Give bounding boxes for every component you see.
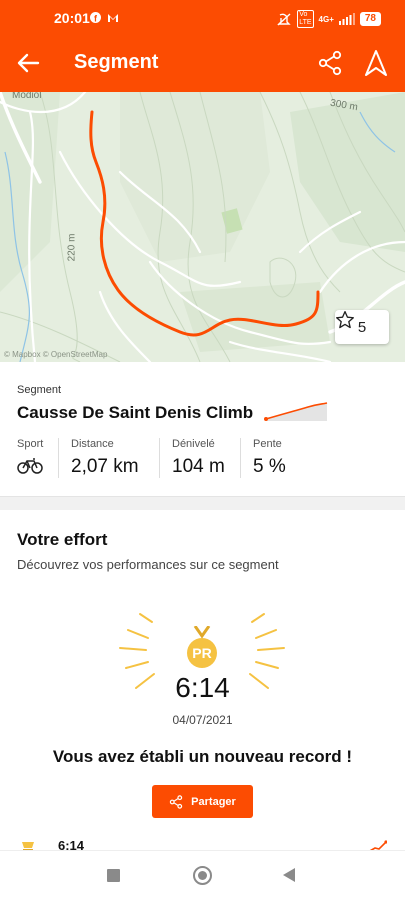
facebook-icon: f bbox=[90, 12, 101, 23]
notification-icons: f bbox=[90, 12, 119, 23]
share-icon bbox=[169, 794, 183, 809]
volte-icon: Vo LTE bbox=[297, 10, 314, 28]
record-message: Vous avez établi un nouveau record ! bbox=[52, 747, 353, 766]
map-label-place: Modiol bbox=[12, 92, 42, 101]
segment-info-card: Segment Causse De Saint Denis Climb Spor… bbox=[0, 362, 405, 496]
segment-name: Causse De Saint Denis Climb bbox=[17, 403, 254, 422]
stat-elevation: Dénivelé 104 m bbox=[159, 438, 225, 478]
stat-sport: Sport bbox=[17, 438, 43, 478]
battery-icon: 78 bbox=[359, 12, 381, 26]
stat-label: Dénivelé bbox=[172, 438, 215, 450]
section-divider bbox=[0, 496, 405, 510]
effort-time: 6:14 bbox=[175, 672, 230, 703]
map-label-contour: 220 m bbox=[66, 233, 78, 262]
recents-icon[interactable] bbox=[107, 869, 120, 882]
stat-grade: Pente 5 % bbox=[240, 438, 286, 478]
stat-label: Sport bbox=[17, 438, 44, 450]
star-icon bbox=[336, 311, 354, 329]
status-time: 20:01 bbox=[54, 10, 90, 26]
page-title: Segment bbox=[74, 51, 159, 73]
system-nav-bar bbox=[0, 850, 405, 900]
segment-map[interactable]: Modiol 300 m 220 m © Mapbox © OpenStreet… bbox=[0, 92, 405, 362]
home-icon[interactable] bbox=[193, 866, 212, 885]
share-button[interactable]: Partager bbox=[152, 785, 253, 818]
bike-icon bbox=[17, 458, 43, 474]
navigate-icon[interactable] bbox=[363, 49, 389, 77]
effort-subtitle: Découvrez vos performances sur ce segmen… bbox=[17, 557, 279, 572]
stat-value: 2,07 km bbox=[71, 456, 139, 477]
network-type: 4G+ bbox=[318, 14, 334, 24]
effort-date: 04/07/2021 bbox=[172, 713, 233, 727]
segment-stats: Sport Distance 2,07 km Dénivelé 104 m Pe… bbox=[0, 438, 405, 478]
map-attribution: © Mapbox © OpenStreetMap bbox=[4, 350, 108, 359]
back-arrow-icon[interactable] bbox=[16, 50, 42, 76]
elevation-profile-icon bbox=[264, 402, 328, 421]
stat-label: Distance bbox=[71, 438, 114, 450]
effort-heading: Votre effort bbox=[17, 530, 108, 549]
gmail-icon bbox=[108, 14, 118, 22]
stat-label: Pente bbox=[253, 438, 282, 450]
effort-section: Votre effort Découvrez vos performances … bbox=[0, 510, 405, 853]
star-count: 5 bbox=[357, 318, 367, 336]
share-icon[interactable] bbox=[317, 50, 343, 76]
stat-value: 5 % bbox=[253, 456, 286, 477]
status-bar: 20:01 f Vo LTE 4G+ 78 bbox=[0, 0, 405, 34]
segment-kicker: Segment bbox=[17, 384, 62, 396]
mute-icon bbox=[277, 12, 291, 26]
star-segment-button[interactable]: 5 bbox=[335, 310, 389, 344]
back-icon[interactable] bbox=[283, 868, 295, 882]
share-button-label: Partager bbox=[191, 795, 236, 808]
app-bar: Segment bbox=[0, 34, 405, 92]
stat-value: 104 m bbox=[172, 456, 225, 477]
pr-medal-text: PR bbox=[192, 645, 212, 661]
system-icons: Vo LTE 4G+ 78 bbox=[276, 10, 381, 28]
pr-medal-icon: PR bbox=[186, 625, 218, 670]
signal-icon bbox=[338, 13, 355, 25]
stat-distance: Distance 2,07 km bbox=[58, 438, 139, 478]
